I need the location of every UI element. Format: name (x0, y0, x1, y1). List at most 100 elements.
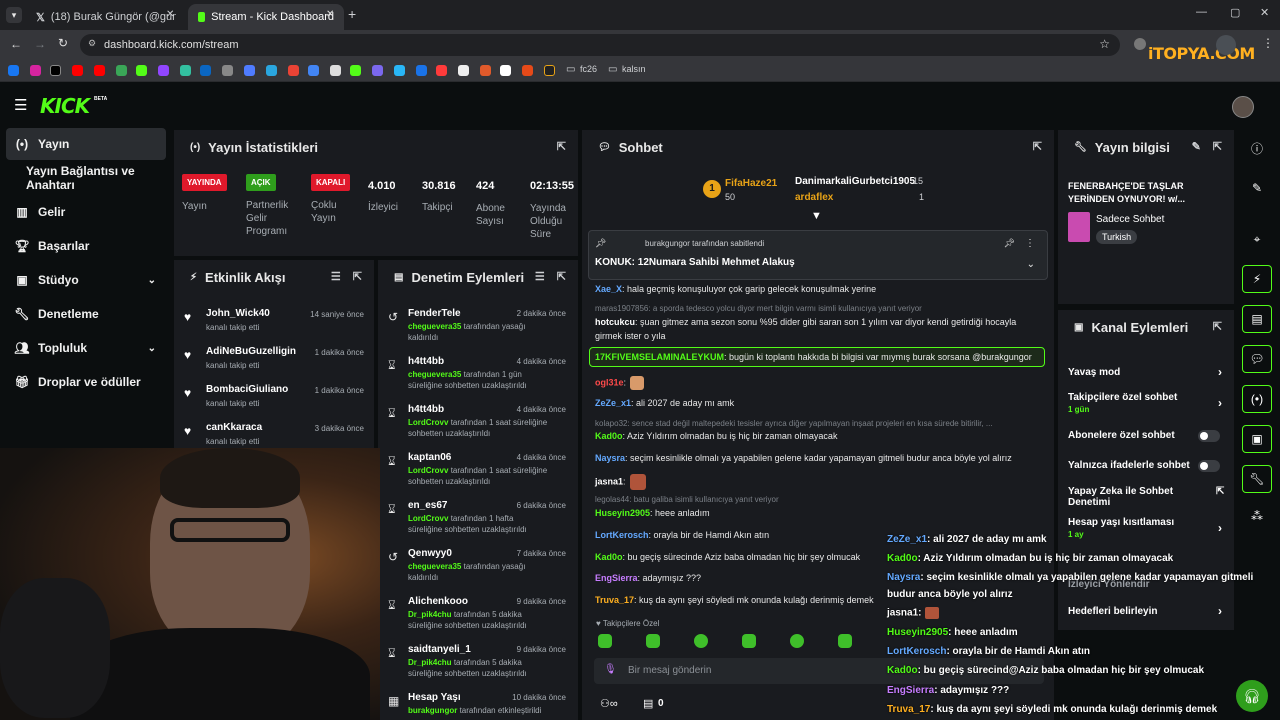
store-icon[interactable]: ▤ (643, 697, 653, 710)
action-slow-mode[interactable]: Yavaş mod › (1068, 365, 1228, 379)
action-ai-moderation[interactable]: Yapay Zeka ile Sohbet Denetimi ⇱ (1068, 486, 1224, 508)
edit-icon[interactable]: ✎ (1192, 140, 1201, 153)
bookmark-folder[interactable]: kalsın (622, 64, 646, 74)
chat-user[interactable]: hotcukcu (595, 317, 635, 327)
popout-icon[interactable]: ⇱ (353, 270, 362, 283)
user-avatar[interactable] (1232, 96, 1254, 118)
site-info-icon[interactable]: ⚙ (88, 38, 96, 49)
kick-logo[interactable]: KICK (40, 94, 90, 118)
chat-user[interactable]: Xae_X (595, 284, 622, 294)
maximize-icon[interactable]: ▢ (1230, 6, 1240, 19)
sidebar-item-droplar[interactable]: 🎁︎ Droplar ve ödüller (6, 366, 166, 398)
top-gifter-1[interactable]: 1 (703, 180, 721, 198)
mod-actor[interactable]: LordCrovv (408, 418, 448, 427)
emote-icon[interactable] (838, 634, 852, 648)
mod-target[interactable]: Alichenkooo (408, 596, 468, 607)
sidebar-item-studyo[interactable]: ▣ Stüdyo ⌄ (6, 264, 166, 296)
action-goals[interactable]: Hedefleri belirleyin › (1068, 604, 1228, 618)
bookmark-icon[interactable] (180, 65, 191, 76)
more-widgets-icon[interactable]: ⁂ (1242, 502, 1272, 530)
emote-icon[interactable] (598, 634, 612, 648)
chat-user[interactable]: Huseyin2905 (595, 508, 650, 518)
close-window-icon[interactable]: ✕ (1260, 6, 1269, 19)
bookmark-icon[interactable] (522, 65, 533, 76)
bookmark-icon[interactable] (544, 65, 555, 76)
twitch-bookmark-icon[interactable] (158, 65, 169, 76)
popout-icon[interactable]: ⇱ (1033, 140, 1042, 153)
emote-icon[interactable] (646, 634, 660, 648)
chat-user[interactable]: Naysra (595, 453, 625, 463)
reload-icon[interactable]: ↻ (58, 36, 68, 50)
linkedin-bookmark-icon[interactable] (200, 65, 211, 76)
wrench-icon[interactable]: 🔧︎ (1242, 465, 1272, 493)
emote-icon[interactable] (694, 634, 708, 648)
event-user[interactable]: canKkaraca (206, 422, 262, 433)
bookmark-icon[interactable] (266, 65, 277, 76)
filter-icon[interactable]: ▼ (811, 210, 822, 222)
popout-icon[interactable]: ⇱ (557, 270, 566, 283)
chat-user[interactable]: LortKerosch (595, 530, 649, 540)
close-tab-icon[interactable]: ✕ (326, 9, 334, 20)
popout-icon[interactable]: ⇱ (1213, 140, 1222, 153)
bookmark-folder[interactable]: fc26 (580, 64, 597, 74)
chat-reply-ref[interactable]: kolapo32: sence stad değil maltepedeki t… (595, 419, 993, 428)
emotes-only-toggle[interactable] (1198, 460, 1220, 472)
emote-icon[interactable] (790, 634, 804, 648)
mod-actor[interactable]: Dr_pik4chu (408, 658, 452, 667)
bookmark-icon[interactable] (350, 65, 361, 76)
bookmark-icon[interactable] (480, 65, 491, 76)
mod-actor[interactable]: LordCrovv (408, 514, 448, 523)
event-user[interactable]: BombaciGiuliano (206, 384, 288, 395)
emote-icon[interactable] (742, 634, 756, 648)
mod-actor[interactable]: LordCrovv (408, 466, 448, 475)
mod-target[interactable]: FenderTele (408, 308, 461, 319)
browser-tab-2[interactable]: Stream - Kick Dashboard (188, 4, 344, 30)
mod-actor[interactable]: cheguevera35 (408, 322, 461, 331)
users-icon[interactable]: ⚇∞ (600, 697, 618, 710)
gifter-name[interactable]: ardaflex (795, 192, 833, 203)
minimize-icon[interactable]: — (1196, 6, 1207, 18)
event-user[interactable]: John_Wick40 (206, 308, 270, 319)
chat-reply-ref[interactable]: maras1907856: a sporda tedesco yolcu diy… (595, 304, 922, 313)
popout-icon[interactable]: ⇱ (557, 140, 566, 153)
chat-bubble-icon[interactable]: 💬︎ (1242, 345, 1272, 373)
mod-actor[interactable]: cheguevera35 (408, 562, 461, 571)
mic-icon[interactable]: 🎙︎ (604, 664, 617, 675)
unpin-icon[interactable]: 📌︎ (1004, 238, 1015, 249)
bookmark-icon[interactable] (458, 65, 469, 76)
chat-user[interactable]: EngSierra (595, 573, 638, 583)
mod-target[interactable]: h4tt4bb (408, 404, 444, 415)
mod-target[interactable]: en_es67 (408, 500, 447, 511)
forward-icon[interactable]: → (34, 37, 46, 51)
mod-target[interactable]: Qenwyy0 (408, 548, 452, 559)
sidebar-item-topluluk[interactable]: 👥︎ Topluluk ⌄ (6, 332, 166, 364)
filter-icon[interactable]: ☰ (331, 270, 341, 283)
gifter-name[interactable]: DanimarkaliGurbetci1905 (795, 176, 915, 187)
chevron-down-icon[interactable]: ⌄ (148, 343, 156, 354)
youtube-bookmark-icon[interactable] (94, 65, 105, 76)
chat-user[interactable]: Truva_17 (595, 595, 634, 605)
sidebar-item-denetleme[interactable]: 🔧︎ Denetleme (6, 298, 166, 330)
sidebar-item-yayin[interactable]: (•) Yayın (6, 128, 166, 160)
chat-user[interactable]: ogl31e (595, 377, 624, 387)
mod-target[interactable]: saidtanyeli_1 (408, 644, 471, 655)
popout-icon[interactable]: ⇱ (1213, 320, 1222, 333)
folder-icon[interactable]: ▭ (608, 64, 617, 75)
mod-actor[interactable]: burakgungor (408, 706, 457, 715)
bookmark-icon[interactable] (436, 65, 447, 76)
mod-actor[interactable]: Dr_pik4chu (408, 610, 452, 619)
tab-search-icon[interactable]: ▾ (6, 7, 22, 23)
chat-user[interactable]: ZeZe_x1 (595, 398, 631, 408)
sidebar-item-gelir[interactable]: ▥ Gelir (6, 196, 166, 228)
chat-user[interactable]: Kad0o (595, 552, 623, 562)
bookmark-icon[interactable] (244, 65, 255, 76)
mod-target[interactable]: h4tt4bb (408, 356, 444, 367)
filter-icon[interactable]: ☰ (535, 270, 545, 283)
more-options-icon[interactable]: ⋮ (1025, 238, 1035, 249)
subs-only-toggle[interactable] (1198, 430, 1220, 442)
x-bookmark-icon[interactable] (50, 65, 61, 76)
facebook-bookmark-icon[interactable] (8, 65, 19, 76)
info-icon[interactable]: ⓘ (1242, 134, 1272, 162)
edit-icon[interactable]: ✎ (1242, 174, 1272, 202)
url-input[interactable]: ⚙ dashboard.kick.com/stream ☆ (80, 34, 1120, 56)
